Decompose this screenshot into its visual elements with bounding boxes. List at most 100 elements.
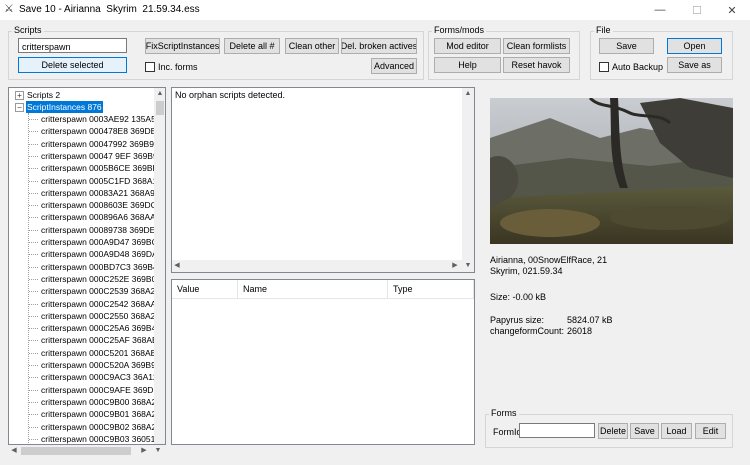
delete-selected-button[interactable]: Delete selected <box>18 57 127 73</box>
tree-item[interactable]: critterspawn 00047992 369B97 <box>41 138 159 150</box>
tree-item[interactable]: critterspawn 0003AE92 135A5 <box>41 113 156 125</box>
tree-connector <box>29 119 38 120</box>
forms-mods-group-label: Forms/mods <box>432 25 487 35</box>
del-broken-actives-button[interactable]: Del. broken actives <box>341 38 417 54</box>
tree-item[interactable]: critterspawn 000478E8 369DB <box>41 125 156 137</box>
tree-item[interactable]: critterspawn 000C25AF 368AB <box>41 334 158 346</box>
tree-item[interactable]: critterspawn 0008603E 369DC <box>41 199 157 211</box>
save-as-button[interactable]: Save as <box>667 57 722 73</box>
tree-hscrollbar[interactable]: ◀ ▶ ▼ <box>9 445 165 457</box>
scroll-down-icon[interactable]: ▼ <box>463 260 473 272</box>
message-hscrollbar[interactable]: ◀ ▶ <box>172 260 462 272</box>
form-edit-button[interactable]: Edit <box>695 423 726 439</box>
papyrus-size-label: Papyrus size: <box>490 315 545 325</box>
tree-item[interactable]: critterspawn 000C2542 368AA <box>41 298 156 310</box>
expand-icon[interactable]: + <box>15 91 24 100</box>
tree-scrollbar[interactable]: ▲ <box>154 88 165 444</box>
tree-connector <box>29 143 38 145</box>
scroll-down-icon[interactable]: ▼ <box>153 445 163 457</box>
tree-item[interactable]: critterspawn 00083A21 368A9 <box>41 187 155 199</box>
location-info: Skyrim, 021.59.34 <box>490 266 563 276</box>
tree-node-script-instances[interactable]: ScriptInstances 876 <box>26 101 103 113</box>
changeform-count-value: 26018 <box>567 326 593 336</box>
hscroll-thumb[interactable] <box>21 447 131 455</box>
tree-connector <box>29 377 38 379</box>
variables-table[interactable]: Value Name Type <box>171 279 475 445</box>
tree-item[interactable]: critterspawn 000C9B00 368A2 <box>41 396 156 408</box>
tree-item[interactable]: critterspawn 000896A6 368AA <box>41 211 156 223</box>
scroll-thumb[interactable] <box>156 101 164 115</box>
tree-item[interactable]: critterspawn 000C2550 368A2 <box>41 310 155 322</box>
tree-item[interactable]: critterspawn 000C9AFE 369DF <box>41 384 159 396</box>
scroll-up-icon[interactable]: ▲ <box>155 88 165 100</box>
tree-item[interactable]: critterspawn 000C9B01 368A2 <box>41 408 156 420</box>
tree-node-scripts[interactable]: Scripts 2 <box>27 89 60 101</box>
tree-connector <box>29 205 38 207</box>
tree-guide-line <box>28 113 29 444</box>
message-text: No orphan scripts detected. <box>175 90 286 100</box>
scroll-left-icon[interactable]: ◀ <box>9 445 19 457</box>
scroll-left-icon[interactable]: ◀ <box>172 260 182 272</box>
clean-other-button[interactable]: Clean other <box>285 38 339 54</box>
script-search-input[interactable]: critterspawn <box>18 38 127 53</box>
tree-item[interactable]: critterspawn 00089738 369DE <box>41 224 155 236</box>
tree-item[interactable]: critterspawn 000C5201 368AB <box>41 347 156 359</box>
tree-item[interactable]: critterspawn 000C9AC3 36A12 <box>41 371 158 383</box>
tree-item[interactable]: critterspawn 000C9B02 368A2 <box>41 421 156 433</box>
form-load-button[interactable]: Load <box>661 423 692 439</box>
clean-formlists-button[interactable]: Clean formlists <box>503 38 570 54</box>
tree-connector <box>29 401 38 403</box>
tree-connector <box>29 254 38 256</box>
tree-connector <box>29 303 38 305</box>
screenshot-image <box>490 98 733 244</box>
title-bar: ⚔ Save 10 - Airianna Skyrim 21.59.34.ess… <box>0 0 750 20</box>
inc-forms-label: Inc. forms <box>158 62 198 72</box>
tree-item[interactable]: critterspawn 00047 9EF 369B9 <box>41 150 158 162</box>
message-scrollbar[interactable]: ▲ ▼ <box>462 88 474 272</box>
tree-item[interactable]: critterspawn 000C252E 369B0 <box>41 273 156 285</box>
close-button[interactable]: ✕ <box>714 0 750 20</box>
mod-editor-button[interactable]: Mod editor <box>434 38 501 54</box>
tree-item[interactable]: critterspawn 0005C1FD 368A1 <box>41 175 157 187</box>
advanced-button[interactable]: Advanced <box>371 58 417 74</box>
form-save-button[interactable]: Save <box>630 423 659 439</box>
tree-item[interactable]: critterspawn 0005B6CE 369BB <box>41 162 158 174</box>
tree-item[interactable]: critterspawn 000C25A6 369B4 <box>41 322 156 334</box>
scroll-up-icon[interactable]: ▲ <box>463 88 473 100</box>
maximize-button[interactable]: ☐ <box>679 0 715 20</box>
tree-item[interactable]: critterspawn 000C9B03 36051 <box>41 433 155 444</box>
column-header-name[interactable]: Name <box>238 280 388 298</box>
collapse-icon[interactable]: − <box>15 103 24 112</box>
column-header-type[interactable]: Type <box>388 280 474 298</box>
inc-forms-checkbox[interactable] <box>145 62 155 72</box>
tree-item[interactable]: critterspawn 000C2539 368A27 <box>41 285 160 297</box>
character-info: Airianna, 00SnowElfRace, 21 <box>490 255 608 265</box>
formid-label: FormId <box>493 427 522 437</box>
open-button[interactable]: Open <box>667 38 722 54</box>
tree-item[interactable]: critterspawn 000A9D48 369DA <box>41 248 158 260</box>
scroll-right-icon[interactable]: ▶ <box>450 260 460 272</box>
tree-connector <box>29 229 38 231</box>
formid-input[interactable] <box>519 423 595 438</box>
auto-backup-checkbox[interactable] <box>599 62 609 72</box>
tree-item[interactable]: critterspawn 000A9D47 369BC <box>41 236 158 248</box>
reset-havok-button[interactable]: Reset havok <box>503 57 570 73</box>
fix-script-instances-button[interactable]: FixScriptInstances <box>145 38 220 54</box>
message-panel: No orphan scripts detected. ▲ ▼ ◀ ▶ <box>171 87 475 273</box>
tree-item[interactable]: critterspawn 000BD7C3 369B4 <box>41 261 158 273</box>
form-delete-button[interactable]: Delete <box>598 423 628 439</box>
column-header-value[interactable]: Value <box>172 280 238 298</box>
scroll-right-icon[interactable]: ▶ <box>139 445 149 457</box>
minimize-button[interactable]: — <box>642 0 678 20</box>
tree-connector <box>29 352 38 354</box>
tree-connector <box>29 131 38 133</box>
save-screenshot <box>490 98 733 244</box>
script-tree[interactable]: + Scripts 2 − ScriptInstances 876 critte… <box>8 87 166 445</box>
delete-all-button[interactable]: Delete all # <box>224 38 280 54</box>
tree-connector <box>29 242 38 243</box>
tree-connector <box>29 340 38 342</box>
tree-item[interactable]: critterspawn 000C520A 369B9 <box>41 359 156 371</box>
tree-connector <box>29 438 38 440</box>
help-button[interactable]: Help <box>434 57 501 73</box>
save-button[interactable]: Save <box>599 38 654 54</box>
